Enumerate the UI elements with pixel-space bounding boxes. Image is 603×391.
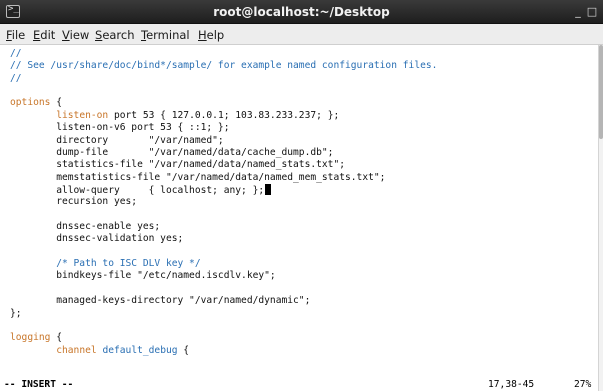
code-line: managed-keys-directory "/var/named/dynam… (10, 295, 310, 307)
comment-text: // (10, 48, 22, 59)
code-line: // See /usr/share/doc/bind*/sample/ for … (10, 60, 437, 72)
code-text: }; (10, 307, 22, 319)
code-line: listen-on-v6 port 53 { ::1; }; (10, 122, 230, 134)
terminal-text-area[interactable]: //// See /usr/share/doc/bind*/sample/ fo… (0, 45, 598, 391)
code-line: // (10, 48, 22, 60)
code-line: statistics-file "/var/named/data/named_s… (10, 159, 345, 171)
code-line: options { (10, 97, 62, 109)
title-bar[interactable]: >_ root@localhost:~/Desktop _ □ (0, 0, 603, 24)
code-text: managed-keys-directory "/var/named/dynam… (10, 295, 311, 307)
scrollbar-thumb[interactable] (599, 45, 603, 139)
code-text: { (50, 97, 62, 109)
code-line: channel default_debug { (10, 345, 189, 357)
keyword-text: listen-on (56, 109, 109, 121)
code-line: bindkeys-file "/etc/named.iscdlv.key"; (10, 270, 276, 282)
code-text: directory "/var/named"; (10, 134, 224, 146)
code-line: dnssec-enable yes; (10, 221, 160, 233)
code-line: allow-query { localhost; any; }; (10, 183, 272, 196)
maximize-button[interactable]: □ (585, 4, 599, 20)
keyword-text: logging (10, 332, 51, 344)
menu-help[interactable]: Help (198, 27, 224, 43)
code-line: memstatistics-file "/var/named/data/name… (10, 172, 385, 184)
code-line: listen-on port 53 { 127.0.0.1; 103.83.23… (10, 110, 339, 122)
minimize-button[interactable]: _ (571, 4, 585, 20)
comment-text: // (10, 72, 22, 84)
code-line: recursion yes; (10, 196, 137, 208)
code-text: { (50, 332, 62, 344)
code-text: memstatistics-file "/var/named/data/name… (10, 171, 386, 183)
menu-edit[interactable]: Edit (33, 27, 55, 43)
code-text: dnssec-validation yes; (10, 233, 184, 245)
insert-mode-indicator: -- INSERT -- (4, 379, 74, 390)
menu-file[interactable]: File (6, 27, 25, 43)
vim-status-line: -- INSERT -- 17,38-45 27% (0, 379, 598, 391)
code-text: bindkeys-file "/etc/named.iscdlv.key"; (10, 270, 276, 282)
code-line: logging { (10, 332, 62, 344)
code-text: listen-on-v6 port 53 { ::1; }; (10, 122, 230, 134)
window-title: root@localhost:~/Desktop (213, 5, 390, 19)
keyword-text: channel (56, 344, 97, 356)
menu-view[interactable]: View (62, 27, 89, 43)
menu-terminal[interactable]: Terminal (141, 27, 190, 43)
text-cursor (265, 183, 272, 195)
menu-bar: File Edit View Search Terminal Help (0, 24, 603, 45)
code-text: port 53 { 127.0.0.1; 103.83.233.237; }; (108, 109, 340, 121)
cursor-position: 17,38-45 (488, 379, 535, 390)
scrollbar[interactable] (598, 45, 603, 391)
comment-text: default_debug (102, 344, 178, 356)
code-line: dump-file "/var/named/data/cache_dump.db… (10, 147, 333, 159)
code-text: allow-query { localhost; any; }; (10, 184, 265, 196)
code-line: /* Path to ISC DLV key */ (10, 258, 201, 270)
comment-text: /* Path to ISC DLV key */ (10, 258, 201, 270)
comment-text: // See /usr/share/doc/bind*/sample/ for … (10, 60, 438, 72)
code-text: { (177, 344, 190, 356)
code-text: dump-file "/var/named/data/cache_dump.db… (10, 146, 334, 158)
code-line: dnssec-validation yes; (10, 233, 183, 245)
code-line: }; (10, 308, 22, 320)
keyword-text: options (10, 97, 51, 109)
menu-search[interactable]: Search (95, 27, 135, 43)
code-text: dnssec-enable yes; (10, 221, 161, 233)
scroll-percent: 27% (574, 379, 592, 390)
code-line: // (10, 73, 22, 85)
code-line: directory "/var/named"; (10, 135, 224, 147)
code-text: statistics-file "/var/named/data/named_s… (10, 159, 346, 171)
code-text: recursion yes; (10, 196, 138, 208)
